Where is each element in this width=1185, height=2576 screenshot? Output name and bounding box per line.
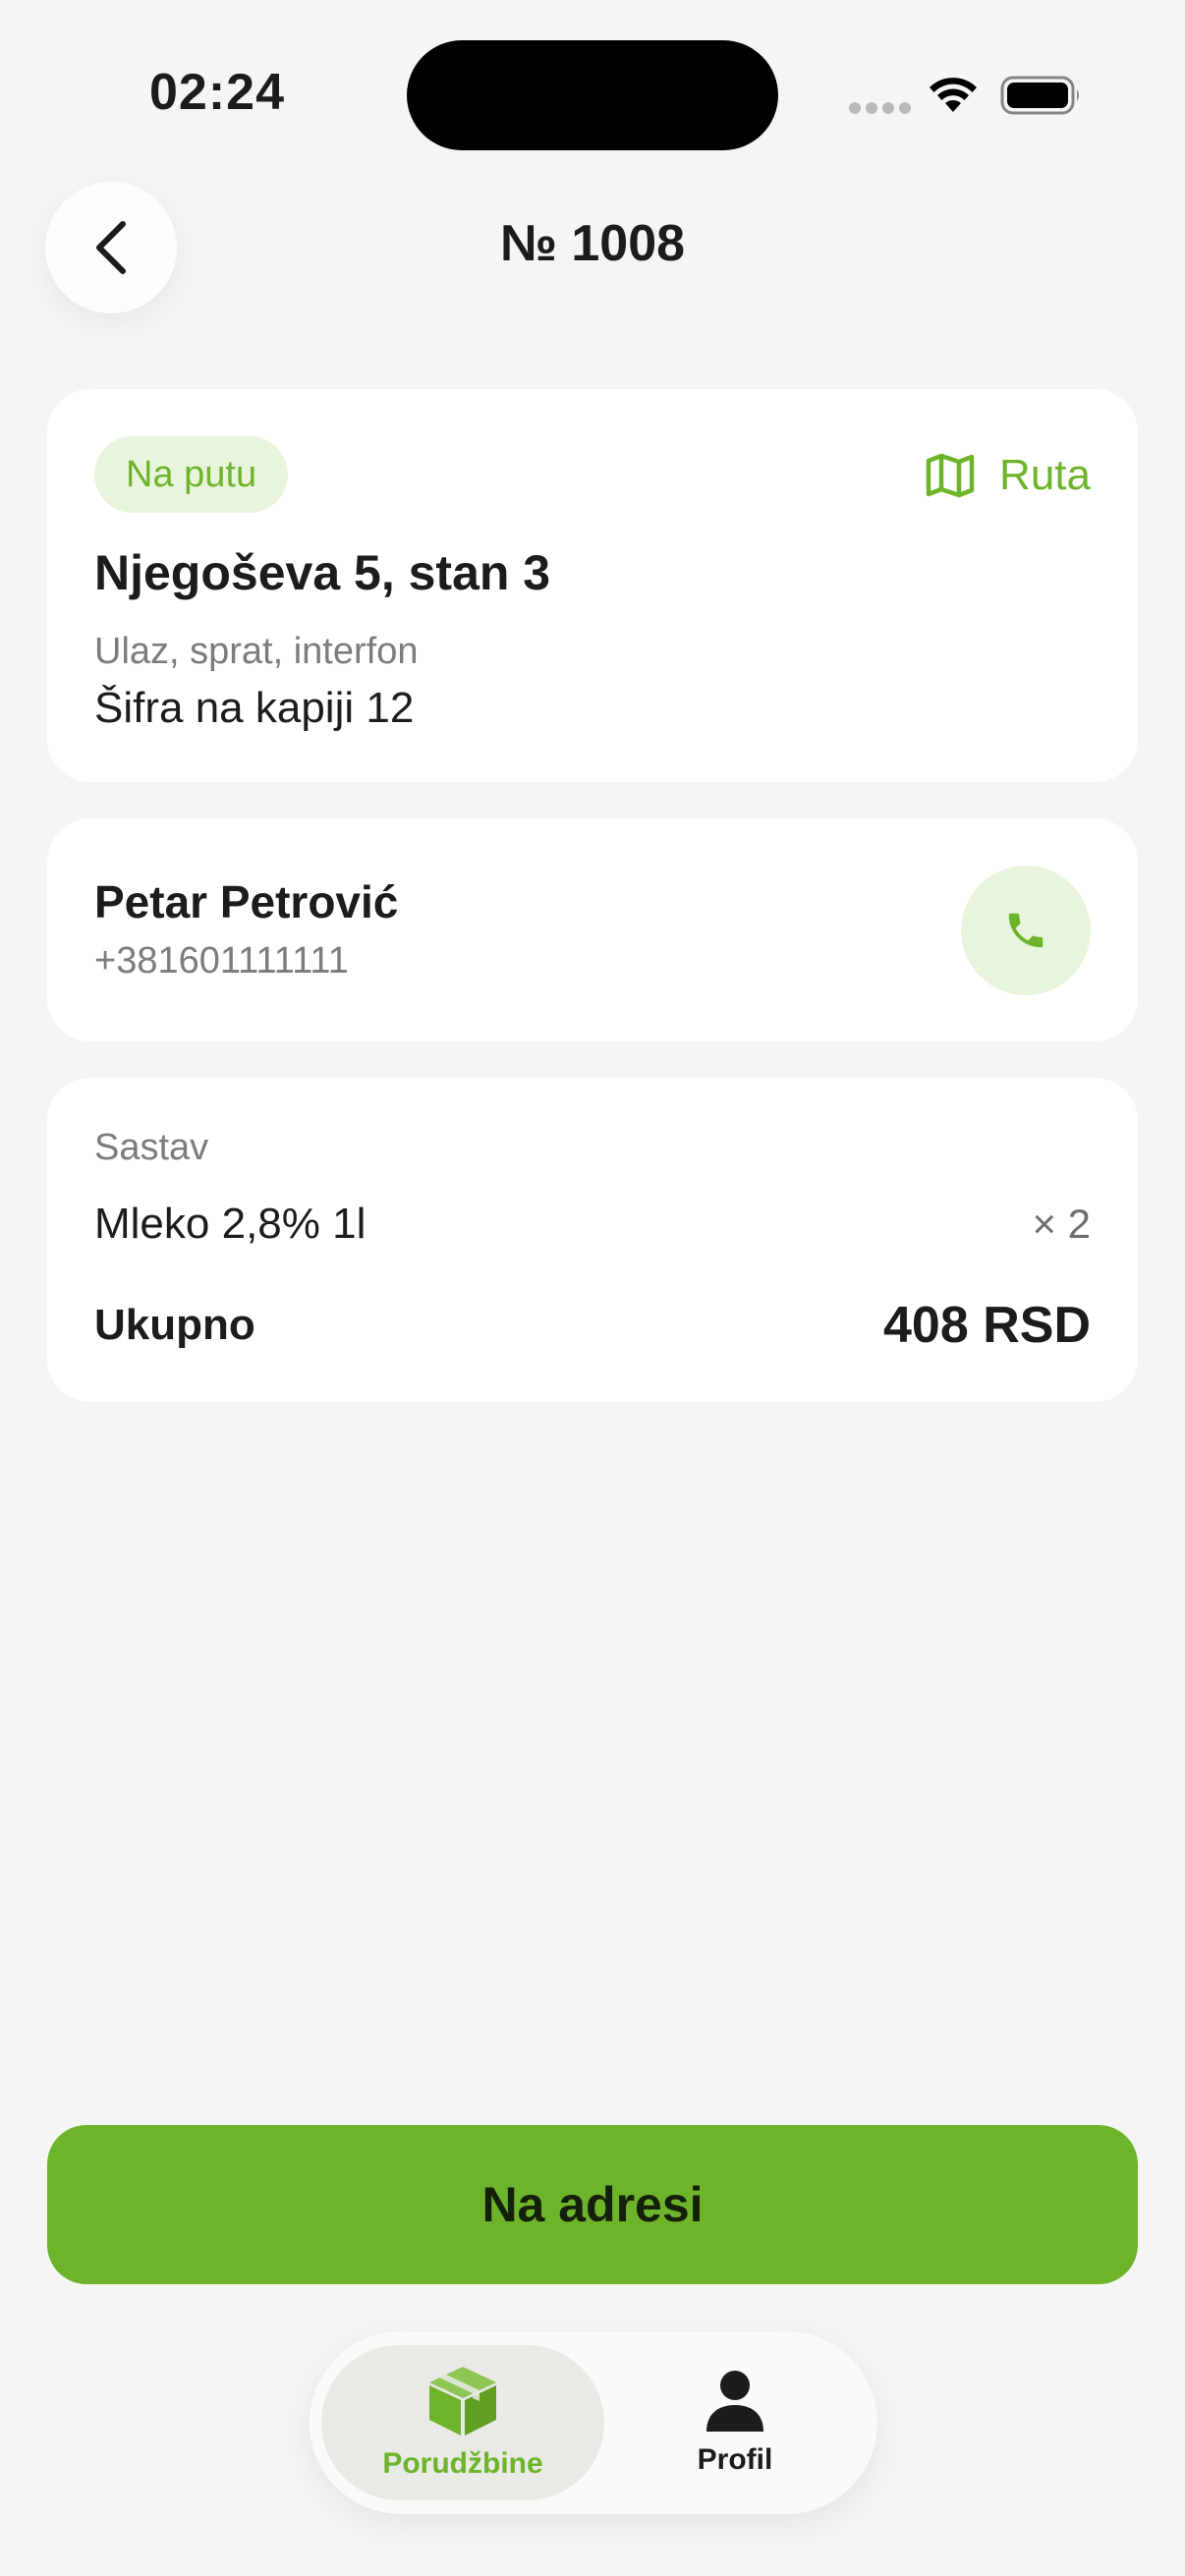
address-card: Na putu Ruta Njegoševa 5, stan 3 Ulaz, s… bbox=[47, 389, 1138, 782]
customer-name: Petar Petrović bbox=[94, 876, 399, 927]
item-quantity: × 2 bbox=[1032, 1201, 1091, 1247]
route-button[interactable]: Ruta bbox=[925, 440, 1091, 511]
customer-phone: +381601111111 bbox=[94, 940, 349, 981]
list-item: Mleko 2,8% 1l × 2 bbox=[94, 1200, 1091, 1249]
tab-profile[interactable]: Profil bbox=[604, 2345, 866, 2500]
status-time: 02:24 bbox=[149, 64, 285, 121]
total-row: Ukupno 408 RSD bbox=[94, 1296, 1091, 1355]
total-value: 408 RSD bbox=[883, 1297, 1091, 1354]
phone-icon bbox=[1008, 913, 1044, 948]
call-button[interactable] bbox=[961, 866, 1091, 995]
tab-profile-label: Profil bbox=[697, 2443, 773, 2476]
page-title: № 1008 bbox=[499, 215, 686, 272]
tab-orders[interactable]: Porudžbine bbox=[321, 2345, 604, 2500]
customer-card: Petar Petrović +381601111111 bbox=[47, 818, 1138, 1041]
tab-orders-label: Porudžbine bbox=[382, 2447, 543, 2480]
cellular-signal-icon bbox=[849, 102, 911, 114]
person-icon bbox=[706, 2371, 763, 2432]
status-bar: 02:24 bbox=[0, 0, 1185, 187]
route-label: Ruta bbox=[999, 451, 1091, 499]
battery-icon bbox=[1000, 76, 1079, 115]
delivery-address: Njegoševa 5, stan 3 bbox=[94, 545, 551, 600]
item-name: Mleko 2,8% 1l bbox=[94, 1200, 367, 1248]
wifi-icon bbox=[930, 78, 977, 112]
entry-info-value: Šifra na kapiji 12 bbox=[94, 684, 415, 732]
map-icon bbox=[926, 453, 975, 498]
status-badge: Na putu bbox=[94, 436, 289, 513]
total-label: Ukupno bbox=[94, 1301, 255, 1349]
tab-bar: Porudžbine Profil bbox=[310, 2331, 877, 2514]
arrived-at-address-button[interactable]: Na adresi bbox=[47, 2125, 1138, 2284]
entry-info-label: Ulaz, sprat, interfon bbox=[94, 631, 419, 672]
package-icon bbox=[429, 2367, 496, 2436]
order-card: Sastav Mleko 2,8% 1l × 2 Ukupno 408 RSD bbox=[47, 1078, 1138, 1402]
dynamic-island bbox=[407, 40, 778, 150]
order-section-label: Sastav bbox=[94, 1127, 209, 1168]
